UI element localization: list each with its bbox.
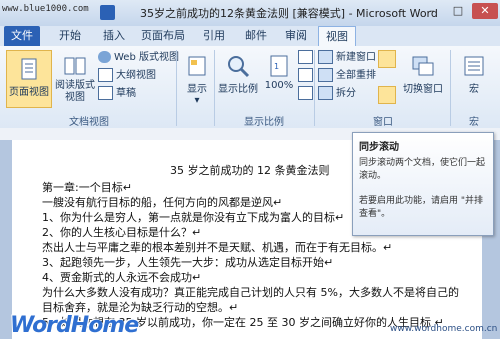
zoom-100-button[interactable]: 1 100% [262, 50, 296, 106]
arrange-all-label: 全部重排 [336, 70, 376, 81]
print-layout-icon [21, 58, 37, 80]
minimize-button[interactable]: – [420, 3, 444, 19]
web-layout-button[interactable]: Web 版式视图 [98, 50, 179, 66]
tab-references[interactable]: 引用 [196, 26, 232, 46]
document-line: 杰出人士与平庸之辈的根本差别并不是天赋、机遇，而在于有无目标。↵ [42, 241, 393, 254]
document-line: 第一章:一个目标↵ [42, 181, 132, 194]
print-layout-label: 页面视图 [9, 87, 49, 98]
group-label-zoom: 显示比例 [244, 117, 284, 128]
show-button[interactable]: 显示 ▾ [180, 50, 214, 108]
outline-button[interactable]: 大纲视图 [98, 68, 156, 84]
sync-scroll-icon [378, 69, 391, 81]
switch-windows-label: 切换窗口 [403, 84, 443, 95]
draft-icon [98, 86, 113, 100]
read-mode-button[interactable]: 阅读版式 视图 [54, 50, 96, 108]
tooltip-synchronous-scrolling: 同步滚动 同步滚动两个文档，使它们一起滚动。 若要启用此功能，请启用 "并排查看… [352, 132, 494, 236]
tab-insert[interactable]: 插入 [96, 26, 132, 46]
separator [314, 50, 315, 126]
two-pages-icon [298, 68, 313, 82]
arrange-all-button[interactable]: 全部重排 [318, 68, 376, 84]
side-by-side-icon [379, 52, 392, 64]
zoom-button[interactable]: 显示比例 [216, 50, 260, 106]
tooltip-body: 同步滚动两个文档，使它们一起滚动。 [359, 158, 486, 181]
outline-icon [98, 68, 113, 82]
magnifier-icon [228, 56, 250, 78]
print-layout-button[interactable]: 页面视图 [6, 50, 52, 108]
split-button[interactable]: 拆分 [318, 86, 356, 102]
read-mode-label: 阅读版式 视图 [55, 80, 95, 103]
reset-window-icon [379, 88, 392, 100]
separator [214, 50, 215, 126]
document-line: 4、贾金斯式的人永远不会成功↵ [42, 271, 202, 284]
new-window-button[interactable]: 新建窗口 [318, 50, 376, 66]
watermark-url: www.blue1000.com [2, 4, 89, 14]
svg-text:1: 1 [274, 62, 279, 71]
zoom-100-label: 100% [264, 80, 294, 91]
draft-label: 草稿 [116, 88, 136, 99]
tab-view[interactable]: 视图 [318, 26, 356, 47]
show-label: 显示 [187, 84, 207, 95]
outline-label: 大纲视图 [116, 70, 156, 81]
synchronous-scrolling-button[interactable] [378, 68, 394, 84]
arrange-all-icon [318, 68, 333, 82]
word-app-icon[interactable] [100, 5, 115, 20]
window-title: 35岁之前成功的12条黄金法则 [兼容模式] - Microsoft Word [140, 7, 438, 20]
draft-button[interactable]: 草稿 [98, 86, 136, 102]
tab-review[interactable]: 审阅 [278, 26, 314, 46]
document-line: 2、你的人生核心目标是什么？↵ [42, 226, 202, 239]
document-line: 3、起跑领先一步，人生领先一大步：成功从选定目标开始↵ [42, 256, 334, 269]
document-line: 1、你为什么是穷人，第一点就是你没有立下成为富人的目标↵ [42, 211, 345, 224]
show-icon [188, 56, 206, 76]
read-mode-icon [64, 57, 86, 75]
zoom-100-icon: 1 [270, 55, 288, 77]
macros-icon [464, 56, 484, 76]
page-width-icon [298, 86, 313, 100]
document-title: 35 岁之前成功的 12 条黄金法则 [170, 164, 330, 177]
globe-icon [98, 51, 111, 63]
split-label: 拆分 [336, 88, 356, 99]
switch-windows-button[interactable]: 切换窗口 [400, 50, 446, 108]
separator [450, 50, 451, 126]
tab-mailings[interactable]: 邮件 [238, 26, 274, 46]
view-side-by-side-button[interactable] [378, 50, 396, 68]
title-bar: www.blue1000.com 35岁之前成功的12条黄金法则 [兼容模式] … [0, 0, 500, 26]
split-icon [318, 86, 333, 100]
web-layout-label: Web 版式视图 [114, 52, 179, 63]
new-window-label: 新建窗口 [336, 52, 376, 63]
group-label-document-views: 文档视图 [69, 117, 109, 128]
close-button[interactable]: ✕ [472, 3, 498, 19]
separator [176, 50, 177, 126]
macros-button[interactable]: 宏 [454, 50, 494, 108]
reset-window-position-button[interactable] [378, 86, 396, 104]
macros-label: 宏 [469, 84, 479, 95]
tooltip-title: 同步滚动 [359, 142, 399, 153]
maximize-button[interactable]: □ [446, 3, 470, 19]
wordhome-url: www.wordhome.com.cn [390, 324, 498, 334]
ribbon-tabs: 文件 开始 插入 页面布局 引用 邮件 审阅 视图 [0, 26, 500, 47]
wordhome-logo: WordHome [10, 313, 139, 338]
switch-windows-icon [412, 56, 434, 76]
tooltip-note: 若要启用此功能，请启用 "并排查看"。 [359, 196, 484, 219]
document-line: 为什么大多数人没有成功？真正能完成自己计划的人只有 5%，大多数人不是将自己的 [42, 286, 459, 299]
chevron-down-icon: ▾ [194, 95, 200, 106]
zoom-label: 显示比例 [218, 84, 258, 95]
tab-home[interactable]: 开始 [50, 26, 90, 46]
one-page-icon [298, 50, 313, 64]
tab-file[interactable]: 文件 [4, 26, 40, 46]
new-window-icon [318, 50, 333, 64]
document-line: 一艘没有航行目标的船，任何方向的风都是逆风↵ [42, 196, 283, 209]
tab-page-layout[interactable]: 页面布局 [134, 26, 192, 46]
ribbon: 页面视图 阅读版式 视图 Web 版式视图 大纲视图 草稿 文档视图 显示 ▾ … [0, 46, 500, 129]
group-label-macros: 宏 [469, 117, 479, 128]
group-label-window: 窗口 [373, 117, 393, 128]
